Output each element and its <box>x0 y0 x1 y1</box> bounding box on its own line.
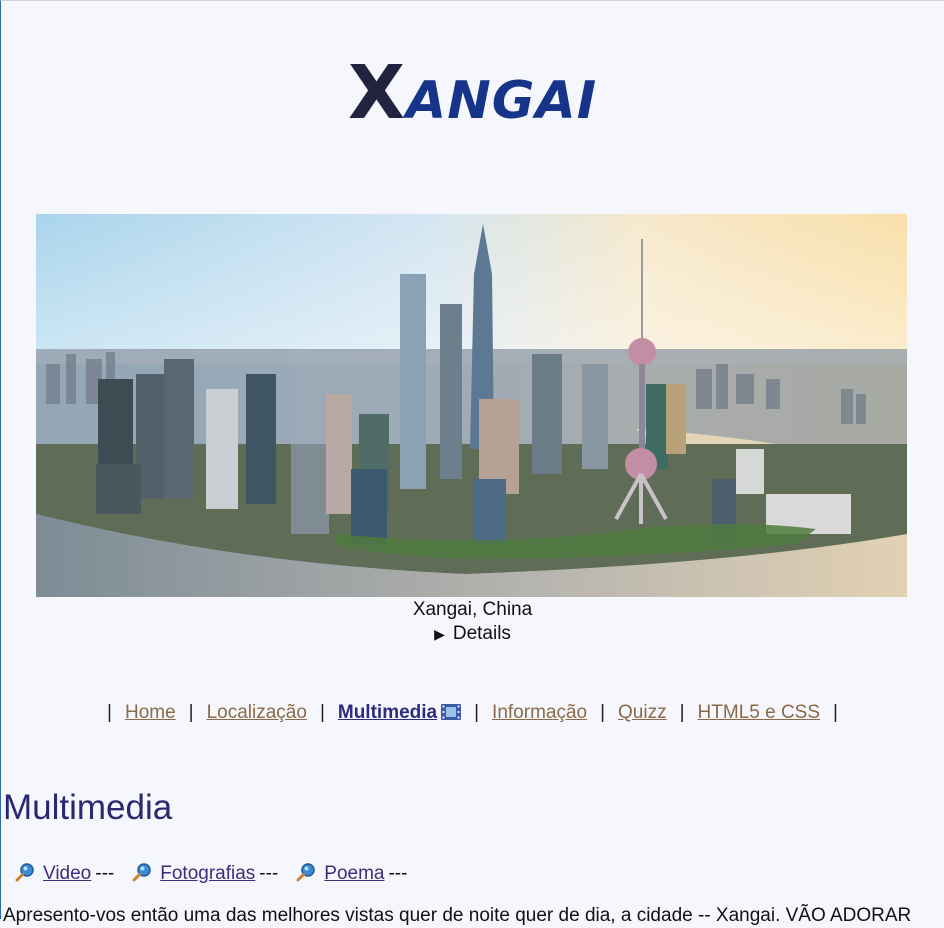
nav-item-quizz[interactable]: Quizz <box>618 702 667 723</box>
magnifier-icon <box>15 863 34 882</box>
section-heading: Multimedia <box>3 788 173 827</box>
details-label: Details <box>452 623 511 644</box>
page-title: XANGAI <box>1 53 944 141</box>
hero-caption: Xangai, China <box>412 599 533 620</box>
triangle-right-icon: ▶ <box>434 626 445 642</box>
main-nav: | Home | Localização | Multimedia | Informação |… <box>1 700 944 726</box>
sublink-dash: --- <box>388 863 408 884</box>
magnifier-icon <box>296 863 316 882</box>
magnifier-icon <box>132 863 151 882</box>
details-toggle[interactable]: ▶ Details <box>1 622 944 646</box>
nav-item-localizacao[interactable]: Localização <box>207 702 307 723</box>
sublink-dash: --- <box>95 863 115 884</box>
film-icon <box>441 704 462 720</box>
page-title-initial: X <box>347 50 406 136</box>
nav-separator: | <box>679 702 685 723</box>
nav-separator: | <box>474 702 480 723</box>
nav-item-multimedia-label: Multimedia <box>337 702 438 723</box>
sublink-poema[interactable]: Poema <box>324 863 384 884</box>
nav-item-home[interactable]: Home <box>125 702 176 723</box>
nav-separator: | <box>600 702 606 723</box>
nav-separator: | <box>107 702 112 723</box>
nav-separator: | <box>833 702 838 723</box>
nav-separator: | <box>319 702 325 723</box>
sublink-video[interactable]: Video <box>43 863 91 884</box>
nav-item-informacao[interactable]: Informação <box>492 702 587 723</box>
intro-paragraph: Apresento-vos então uma das melhores vis… <box>3 905 912 926</box>
sublink-dash: --- <box>259 863 279 884</box>
multimedia-sublinks: Video --- Fotografias --- Poema --- <box>15 861 425 887</box>
page-title-rest: ANGAI <box>406 71 598 131</box>
nav-separator: | <box>188 702 194 723</box>
hero-image <box>36 214 907 597</box>
sublink-fotografias[interactable]: Fotografias <box>160 863 255 884</box>
nav-item-multimedia[interactable]: Multimedia <box>337 702 462 723</box>
nav-item-html5-css[interactable]: HTML5 e CSS <box>698 702 820 723</box>
